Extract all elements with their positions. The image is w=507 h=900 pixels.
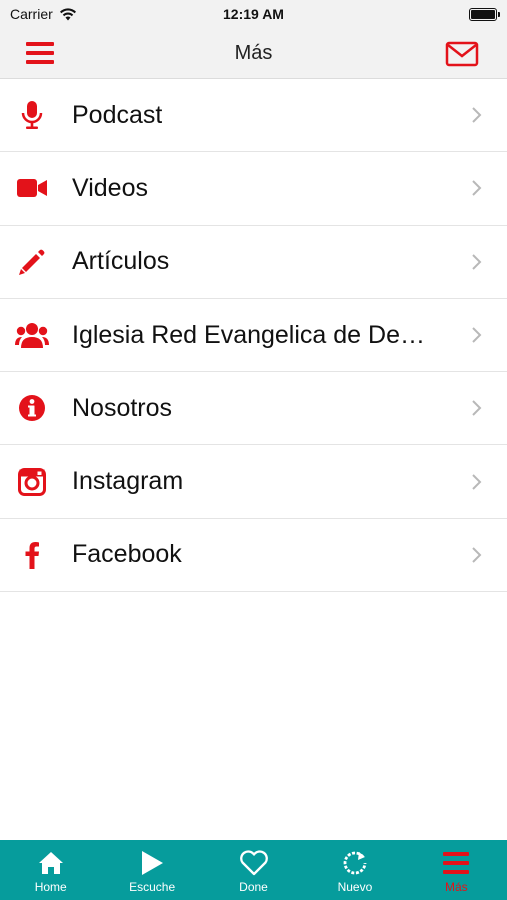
tab-label: Done <box>239 880 268 894</box>
play-icon <box>142 851 164 875</box>
carrier-label: Carrier <box>10 6 53 22</box>
tab-label: Nuevo <box>337 880 373 894</box>
menu-item-label: Podcast <box>72 100 163 129</box>
info-icon <box>19 395 45 422</box>
navigation-bar: Más <box>0 28 507 79</box>
chevron-right-icon <box>472 107 482 123</box>
status-time: 12:19 AM <box>223 6 284 22</box>
refresh-icon <box>343 851 367 875</box>
menu-item-podcast[interactable]: Podcast <box>0 79 507 153</box>
mail-icon[interactable] <box>445 40 479 68</box>
status-left: Carrier <box>10 6 140 22</box>
chevron-right-icon <box>472 400 482 417</box>
home-icon <box>38 852 63 874</box>
menu-item-videos[interactable]: Videos <box>0 152 507 226</box>
status-bar: Carrier 12:19 AM <box>0 0 507 28</box>
chevron-right-icon <box>472 254 482 270</box>
tab-label: Más <box>444 880 468 894</box>
status-right <box>367 7 500 21</box>
tab-label: Home <box>34 880 67 894</box>
chevron-right-icon <box>472 180 482 197</box>
pencil-icon <box>19 249 45 275</box>
tab-label: Escuche <box>129 880 176 894</box>
facebook-icon <box>25 541 39 569</box>
menu-icon[interactable] <box>26 41 54 65</box>
menu-item-label: Nosotros <box>72 393 173 422</box>
menu-item-label: Videos <box>72 173 148 202</box>
menu-item-label: Artículos <box>72 247 170 276</box>
tab-bar: Home Escuche Done Nuevo Más <box>0 840 507 900</box>
page-title: Más <box>234 41 273 64</box>
menu-item-articulos[interactable]: Artículos <box>0 226 507 299</box>
menu-item-label: Facebook <box>72 540 182 569</box>
tab-mas[interactable]: Más <box>406 840 507 900</box>
instagram-icon <box>18 467 46 496</box>
battery-icon <box>468 7 500 21</box>
tab-escuche[interactable]: Escuche <box>101 840 202 900</box>
tab-done[interactable]: Done <box>203 840 304 900</box>
tab-home[interactable]: Home <box>0 840 101 900</box>
menu-item-iglesia[interactable]: Iglesia Red Evangelica de De… <box>0 299 507 373</box>
wifi-icon <box>59 7 76 20</box>
microphone-icon <box>21 101 43 130</box>
menu-item-label: Instagram <box>72 467 184 496</box>
menu-item-instagram[interactable]: Instagram <box>0 445 507 519</box>
users-icon <box>15 323 49 349</box>
menu-item-label: Iglesia Red Evangelica de De… <box>72 320 425 349</box>
chevron-right-icon <box>472 473 482 490</box>
menu-list: Podcast Videos Artículos Iglesia Red Eva… <box>0 79 507 593</box>
chevron-right-icon <box>472 327 482 343</box>
menu-icon <box>443 852 470 874</box>
tab-nuevo[interactable]: Nuevo <box>304 840 405 900</box>
menu-item-nosotros[interactable]: Nosotros <box>0 372 507 446</box>
video-camera-icon <box>17 179 47 198</box>
heart-icon <box>239 850 268 876</box>
chevron-right-icon <box>472 547 482 563</box>
menu-item-facebook[interactable]: Facebook <box>0 519 507 593</box>
